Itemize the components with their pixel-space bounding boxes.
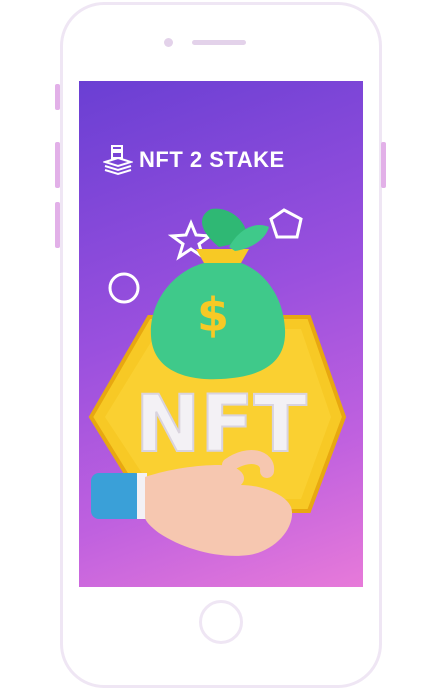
app-screen: NFT $ NFT 2 STAKE bbox=[79, 81, 363, 587]
power-button bbox=[381, 142, 386, 188]
brand-header: NFT 2 STAKE bbox=[103, 144, 285, 176]
home-button[interactable] bbox=[199, 600, 243, 644]
nft-badge-text: NFT bbox=[135, 380, 307, 470]
pentagon-decoration bbox=[269, 208, 303, 239]
volume-down-button bbox=[55, 202, 60, 248]
sleeve bbox=[91, 473, 143, 519]
bag-dollar-sign: $ bbox=[197, 288, 229, 342]
stacked-layers-icon bbox=[103, 145, 133, 176]
brand-name: NFT 2 STAKE bbox=[139, 147, 285, 172]
front-camera bbox=[164, 38, 173, 47]
ring-decoration bbox=[108, 272, 140, 304]
mute-switch bbox=[55, 84, 60, 110]
earpiece-speaker bbox=[192, 40, 246, 45]
volume-up-button bbox=[55, 142, 60, 188]
